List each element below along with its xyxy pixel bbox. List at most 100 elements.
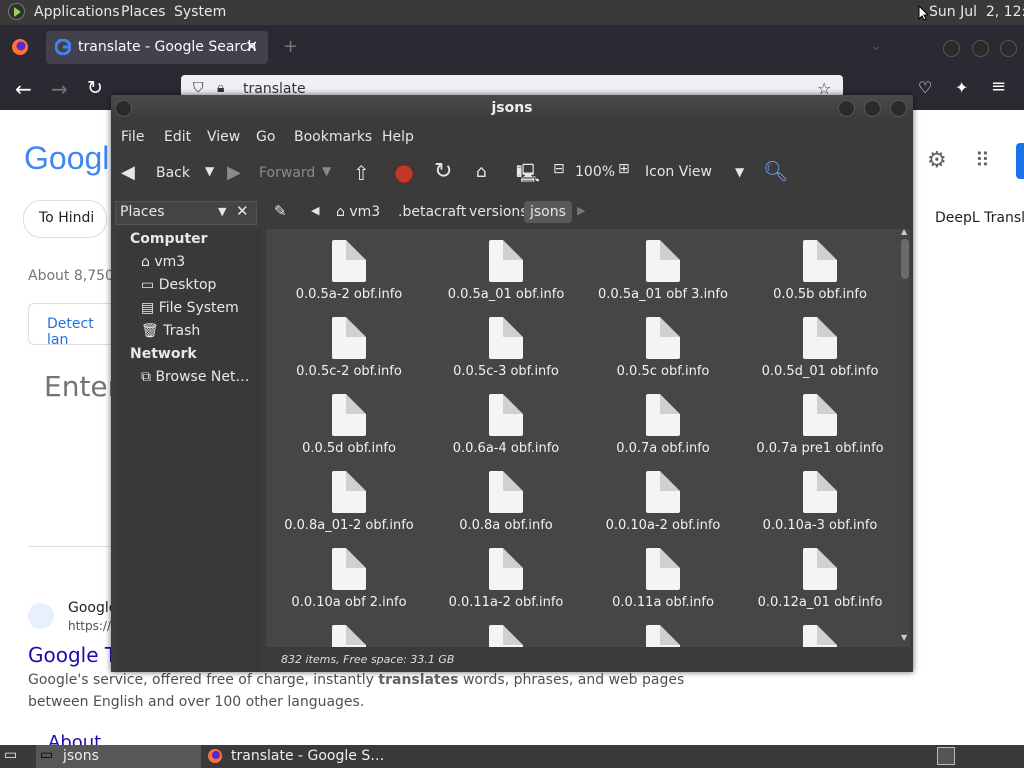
app-menu-icon[interactable]: ≡ (991, 76, 1006, 97)
list-tabs-icon[interactable]: ⌄ (870, 38, 882, 54)
tab-translate[interactable]: translate - Google Search ✕ (46, 31, 268, 64)
forward-arrow-icon[interactable]: → (51, 77, 68, 101)
menu-edit[interactable]: Edit (164, 129, 191, 145)
forward-button[interactable]: ▶ Forward ▼ (225, 162, 335, 186)
back-button[interactable]: ◀ Back ▼ (119, 162, 219, 186)
close-window-icon[interactable] (890, 100, 907, 117)
menu-help[interactable]: Help (382, 129, 414, 145)
stop-icon[interactable] (394, 164, 414, 184)
file-item[interactable]: 0.0.7a obf.info (588, 391, 738, 467)
menu-applications[interactable]: Applications (34, 4, 120, 20)
workspace-switcher[interactable] (937, 747, 955, 765)
computer-icon[interactable]: 🖳︎ (516, 161, 540, 191)
pocket-icon[interactable]: ♡ (918, 78, 932, 97)
taskbar-item-jsons[interactable]: ▭ jsons (36, 745, 201, 768)
menu-bookmarks[interactable]: Bookmarks (294, 129, 372, 145)
sidebar-item-vm3[interactable]: ⌂ vm3 (141, 251, 185, 273)
back-arrow-icon[interactable]: ← (15, 77, 32, 101)
result-title-link[interactable]: Google T (28, 643, 117, 667)
forward-history-dropdown-icon[interactable]: ▼ (322, 164, 331, 178)
file-item[interactable]: 0.0.10a-2 obf.info (588, 468, 738, 544)
zoom-level[interactable]: 100% (575, 164, 615, 180)
file-item[interactable]: 0.0.5c-3 obf.info (431, 314, 581, 390)
search-icon[interactable]: 🔍︎ (763, 159, 788, 183)
minimize-icon[interactable] (838, 100, 855, 117)
breadcrumb-betacraft[interactable]: .betacraft (392, 201, 472, 223)
show-desktop-icon[interactable]: ▭ (4, 747, 17, 763)
file-item[interactable]: 0.0.11a obf.info (588, 545, 738, 621)
clock[interactable]: Sun Jul 2, 12:38 (929, 4, 1024, 20)
breadcrumb-vm3[interactable]: ⌂ vm3 (330, 201, 386, 223)
google-translate-favicon-icon (28, 603, 54, 629)
location-edit-icon[interactable]: ✎ (274, 202, 287, 220)
settings-gear-icon[interactable]: ⚙ (927, 148, 947, 173)
scroll-down-icon[interactable]: ▼ (901, 633, 907, 642)
file-item[interactable]: 0.0.8a obf.info (431, 468, 581, 544)
file-item[interactable]: 0.0.5a_01 obf.info (431, 237, 581, 313)
menu-places[interactable]: Places (121, 4, 166, 20)
file-item[interactable]: 0.0.11a-2 obf.info (431, 545, 581, 621)
sidebar-item-browse-network[interactable]: ⧉ Browse Net… (141, 366, 249, 388)
reload-icon[interactable]: ↻ (434, 159, 452, 184)
new-tab-icon[interactable]: + (283, 36, 298, 57)
maximize-icon[interactable] (864, 100, 881, 117)
menu-go[interactable]: Go (256, 129, 275, 145)
file-item[interactable]: 0.0.5b obf.info (745, 237, 895, 313)
back-history-dropdown-icon[interactable]: ▼ (205, 164, 214, 178)
sidebar-item-trash[interactable]: 🗑︎ Trash (141, 320, 200, 342)
ff-close-icon[interactable] (1000, 40, 1017, 57)
home-icon[interactable]: ⌂ (476, 162, 487, 182)
close-tab-icon[interactable]: ✕ (245, 37, 258, 56)
scroll-up-icon[interactable]: ▲ (901, 227, 907, 236)
path-scroll-left-icon[interactable]: ◀ (311, 204, 319, 217)
file-item[interactable]: 0.0.5a-2 obf.info (274, 237, 424, 313)
ff-minimize-icon[interactable] (943, 40, 960, 57)
path-scroll-right-icon[interactable]: ▶ (577, 204, 585, 217)
file-item[interactable]: 0.0.7a pre1 obf.info (745, 391, 895, 467)
zoom-in-icon[interactable]: ⊞ (618, 161, 630, 177)
vertical-scrollbar[interactable]: ▲ ▼ (900, 227, 910, 647)
close-sidebar-icon[interactable]: ✕ (236, 202, 249, 220)
chip-to-hindi[interactable]: To Hindi (23, 200, 107, 238)
scrollbar-thumb[interactable] (901, 239, 909, 279)
file-item[interactable]: 0.0.12a_01 obf.info (745, 545, 895, 621)
window-menu-icon[interactable] (115, 100, 132, 117)
google-logo[interactable]: Googl (24, 140, 109, 177)
taskbar-item-firefox[interactable]: translate - Google S… (205, 745, 405, 768)
sign-in-button[interactable] (1016, 143, 1024, 179)
menu-file[interactable]: File (121, 129, 144, 145)
file-item-partial[interactable] (274, 622, 424, 647)
apps-grid-icon[interactable]: ⠿ (975, 148, 990, 172)
zoom-out-icon[interactable]: ⊟ (553, 161, 565, 177)
result-site-name[interactable]: Google (68, 600, 117, 616)
window-title[interactable]: jsons (111, 95, 913, 122)
menu-view[interactable]: View (207, 129, 240, 145)
file-item[interactable]: 0.0.5c obf.info (588, 314, 738, 390)
enter-text-placeholder[interactable]: Enter (44, 370, 119, 403)
reload-icon[interactable]: ↻ (87, 77, 103, 99)
detect-language-button[interactable]: Detect lan (28, 303, 120, 348)
breadcrumb-versions[interactable]: versions (463, 201, 534, 223)
file-item-partial[interactable] (431, 622, 581, 647)
file-item[interactable]: 0.0.6a-4 obf.info (431, 391, 581, 467)
file-item[interactable]: 0.0.5a_01 obf 3.info (588, 237, 738, 313)
chip-deepl[interactable]: DeepL Transla (935, 210, 1024, 226)
view-mode-selector[interactable]: Icon View ▼ (641, 160, 751, 186)
ff-maximize-icon[interactable] (972, 40, 989, 57)
file-item[interactable]: 0.0.10a-3 obf.info (745, 468, 895, 544)
sidebar-item-file-system[interactable]: ▤ File System (141, 297, 239, 319)
sidebar-item-desktop[interactable]: ▭ Desktop (141, 274, 216, 296)
file-item[interactable]: 0.0.10a obf 2.info (274, 545, 424, 621)
menu-system[interactable]: System (174, 4, 226, 20)
document-icon (332, 471, 366, 513)
breadcrumb-jsons[interactable]: jsons (524, 201, 572, 223)
file-item[interactable]: 0.0.5d_01 obf.info (745, 314, 895, 390)
shield-icon[interactable]: ⛉ (193, 80, 204, 96)
extensions-icon[interactable]: ✦ (955, 78, 968, 97)
file-item-partial[interactable] (745, 622, 895, 647)
file-item-partial[interactable] (588, 622, 738, 647)
file-item[interactable]: 0.0.5d obf.info (274, 391, 424, 467)
up-arrow-icon[interactable]: ⇧ (353, 161, 370, 185)
file-item[interactable]: 0.0.5c-2 obf.info (274, 314, 424, 390)
file-item[interactable]: 0.0.8a_01-2 obf.info (274, 468, 424, 544)
